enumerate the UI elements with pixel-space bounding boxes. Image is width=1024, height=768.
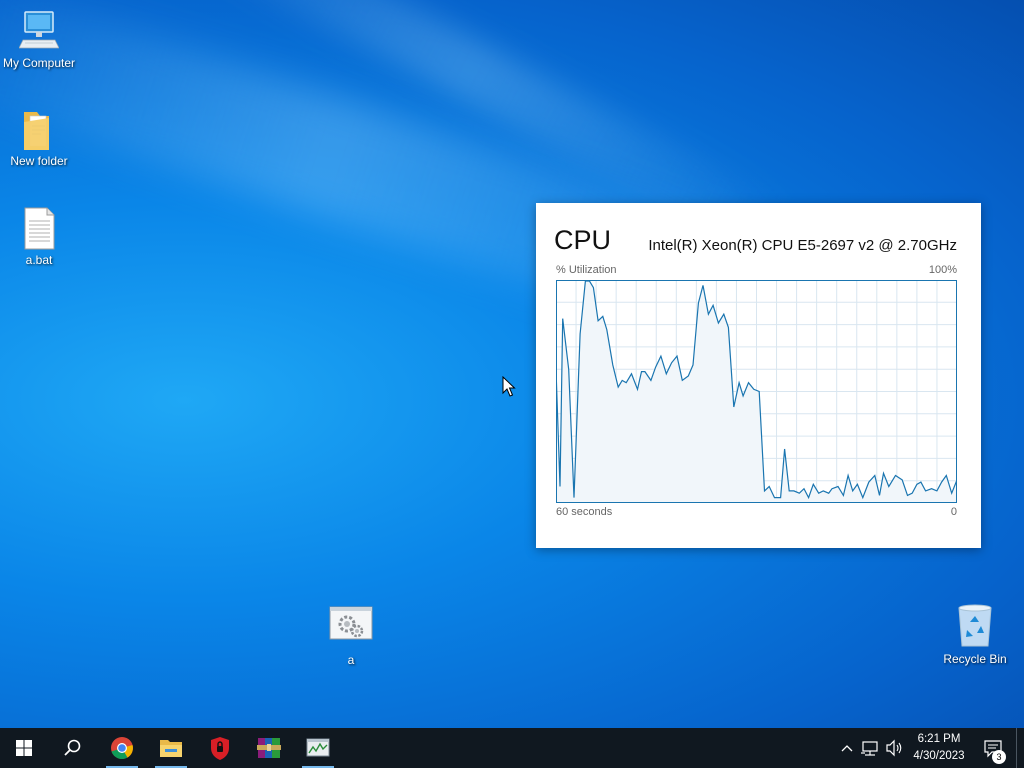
desktop-icon-a[interactable]: a: [309, 605, 393, 667]
cpu-model-name: Intel(R) Xeon(R) CPU E5-2697 v2 @ 2.70GH…: [648, 237, 957, 254]
taskbar: 6:21 PM 4/30/2023: [0, 728, 1024, 768]
task-manager-icon: [306, 738, 330, 757]
desktop-icon-label: Recycle Bin: [943, 652, 1007, 666]
cpu-title: CPU: [554, 225, 612, 255]
utilization-axis-label: % Utilization: [556, 264, 617, 276]
desktop-icon-a-bat[interactable]: a.bat: [0, 207, 81, 267]
cpu-performance-widget: CPU Intel(R) Xeon(R) CPU E5-2697 v2 @ 2.…: [536, 203, 981, 548]
clock-time: 6:21 PM: [917, 733, 961, 745]
show-hidden-icons-button[interactable]: [838, 728, 856, 768]
network-tray-button[interactable]: [860, 728, 882, 768]
computer-icon: [18, 10, 60, 50]
show-desktop-button[interactable]: [1016, 728, 1024, 768]
winrar-icon: [257, 738, 281, 758]
start-button[interactable]: [0, 728, 48, 768]
chrome-icon: [111, 737, 133, 760]
folder-icon: [19, 108, 59, 150]
desktop-icon-label: a.bat: [25, 253, 53, 267]
desktop-icon-label: a: [347, 653, 355, 667]
folder-icon: [160, 740, 182, 757]
utilization-max-label: 100%: [928, 264, 957, 276]
search-button[interactable]: [48, 728, 96, 768]
cpu-utilization-graph: [556, 280, 957, 503]
notification-count-badge: 3: [992, 750, 1006, 764]
recycle-bin-icon: [955, 602, 995, 647]
security-app-button[interactable]: [196, 728, 244, 768]
winrar-button[interactable]: [245, 728, 293, 768]
speaker-icon: [886, 739, 902, 757]
task-manager-button[interactable]: [294, 728, 342, 768]
desktop-icon-label: New folder: [10, 154, 68, 168]
volume-tray-button[interactable]: [884, 728, 904, 768]
desktop-icon-new-folder[interactable]: New folder: [0, 108, 81, 168]
x-axis-right-label: 0: [950, 506, 957, 518]
taskbar-clock[interactable]: 6:21 PM 4/30/2023: [905, 731, 973, 765]
chevron-up-icon: [841, 745, 853, 752]
network-icon: [861, 741, 878, 756]
desktop-icon-my-computer[interactable]: My Computer: [0, 10, 81, 70]
desktop-icon-recycle-bin[interactable]: Recycle Bin: [933, 602, 1017, 666]
settings-shortcut-icon: [329, 605, 373, 641]
batch-file-icon: [19, 207, 59, 250]
x-axis-left-label: 60 seconds: [556, 506, 613, 518]
file-explorer-button[interactable]: [147, 728, 195, 768]
mouse-cursor-icon: [502, 376, 516, 397]
search-icon: [64, 739, 81, 756]
chrome-button[interactable]: [98, 728, 146, 768]
desktop: My Computer New folder a.bat a Recycle B…: [0, 0, 1024, 728]
clock-date: 4/30/2023: [913, 750, 965, 762]
shield-icon: [211, 737, 229, 760]
windows-logo-icon: [16, 740, 32, 756]
desktop-icon-label: My Computer: [2, 56, 76, 70]
